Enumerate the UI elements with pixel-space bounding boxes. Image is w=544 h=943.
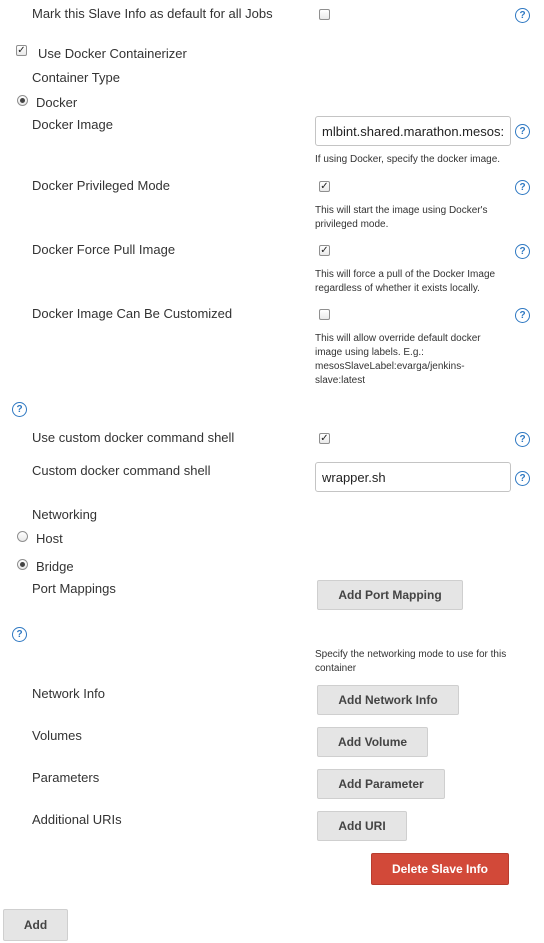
delete-slave-info-button[interactable]: Delete Slave Info xyxy=(371,853,509,885)
add-network-info-button[interactable]: Add Network Info xyxy=(317,685,459,715)
help-icon[interactable]: ? xyxy=(515,471,530,486)
help-icon[interactable]: ? xyxy=(515,180,530,195)
bridge-radio-label: Bridge xyxy=(36,559,74,574)
force-pull-help: This will force a pull of the Docker Ima… xyxy=(315,269,496,294)
container-type-label: Container Type xyxy=(32,70,120,85)
parameters-label: Parameters xyxy=(32,770,100,785)
docker-image-input[interactable]: mlbint.shared.marathon.mesos: xyxy=(315,116,511,146)
docker-radio-label: Docker xyxy=(36,95,78,110)
add-parameter-button[interactable]: Add Parameter xyxy=(317,769,445,799)
privileged-help: This will start the image using Docker's… xyxy=(315,205,488,230)
network-info-label: Network Info xyxy=(32,686,105,701)
privileged-label: Docker Privileged Mode xyxy=(32,178,171,193)
help-icon[interactable]: ? xyxy=(515,8,530,23)
add-uri-button[interactable]: Add URI xyxy=(317,811,407,841)
add-button[interactable]: Add xyxy=(3,909,68,941)
custom-shell-input[interactable]: wrapper.sh xyxy=(315,462,511,492)
use-docker-label: Use Docker Containerizer xyxy=(38,46,187,61)
force-pull-checkbox[interactable]: ✓ xyxy=(319,245,330,256)
privileged-checkbox[interactable]: ✓ xyxy=(319,181,330,192)
bridge-radio[interactable] xyxy=(17,559,28,570)
help-icon[interactable]: ? xyxy=(515,308,530,323)
add-port-mapping-button[interactable]: Add Port Mapping xyxy=(317,580,463,610)
host-radio[interactable] xyxy=(17,531,28,542)
volumes-label: Volumes xyxy=(32,728,82,743)
force-pull-label: Docker Force Pull Image xyxy=(32,242,176,257)
customized-label: Docker Image Can Be Customized xyxy=(32,306,233,321)
docker-radio[interactable] xyxy=(17,95,28,106)
docker-image-help: If using Docker, specify the docker imag… xyxy=(315,154,501,165)
help-icon[interactable]: ? xyxy=(515,432,530,447)
add-volume-button[interactable]: Add Volume xyxy=(317,727,428,757)
use-docker-checkbox[interactable]: ✓ xyxy=(16,45,27,56)
customized-checkbox[interactable] xyxy=(319,309,330,320)
mark-default-checkbox[interactable] xyxy=(319,9,330,20)
help-icon[interactable]: ? xyxy=(515,244,530,259)
uris-label: Additional URIs xyxy=(32,812,122,827)
custom-shell-label: Custom docker command shell xyxy=(32,463,211,478)
customized-help: This will allow override default docker … xyxy=(315,333,481,386)
host-radio-label: Host xyxy=(36,531,63,546)
port-mappings-label: Port Mappings xyxy=(32,581,116,596)
help-icon[interactable]: ? xyxy=(12,402,27,417)
help-icon[interactable]: ? xyxy=(12,627,27,642)
custom-shell-checkbox[interactable]: ✓ xyxy=(319,433,330,444)
help-icon[interactable]: ? xyxy=(515,124,530,139)
networking-help: Specify the networking mode to use for t… xyxy=(315,649,507,674)
custom-shell-use-label: Use custom docker command shell xyxy=(32,430,235,445)
docker-image-label: Docker Image xyxy=(32,117,113,132)
networking-label: Networking xyxy=(32,507,98,522)
mark-default-label: Mark this Slave Info as default for all … xyxy=(32,6,273,21)
